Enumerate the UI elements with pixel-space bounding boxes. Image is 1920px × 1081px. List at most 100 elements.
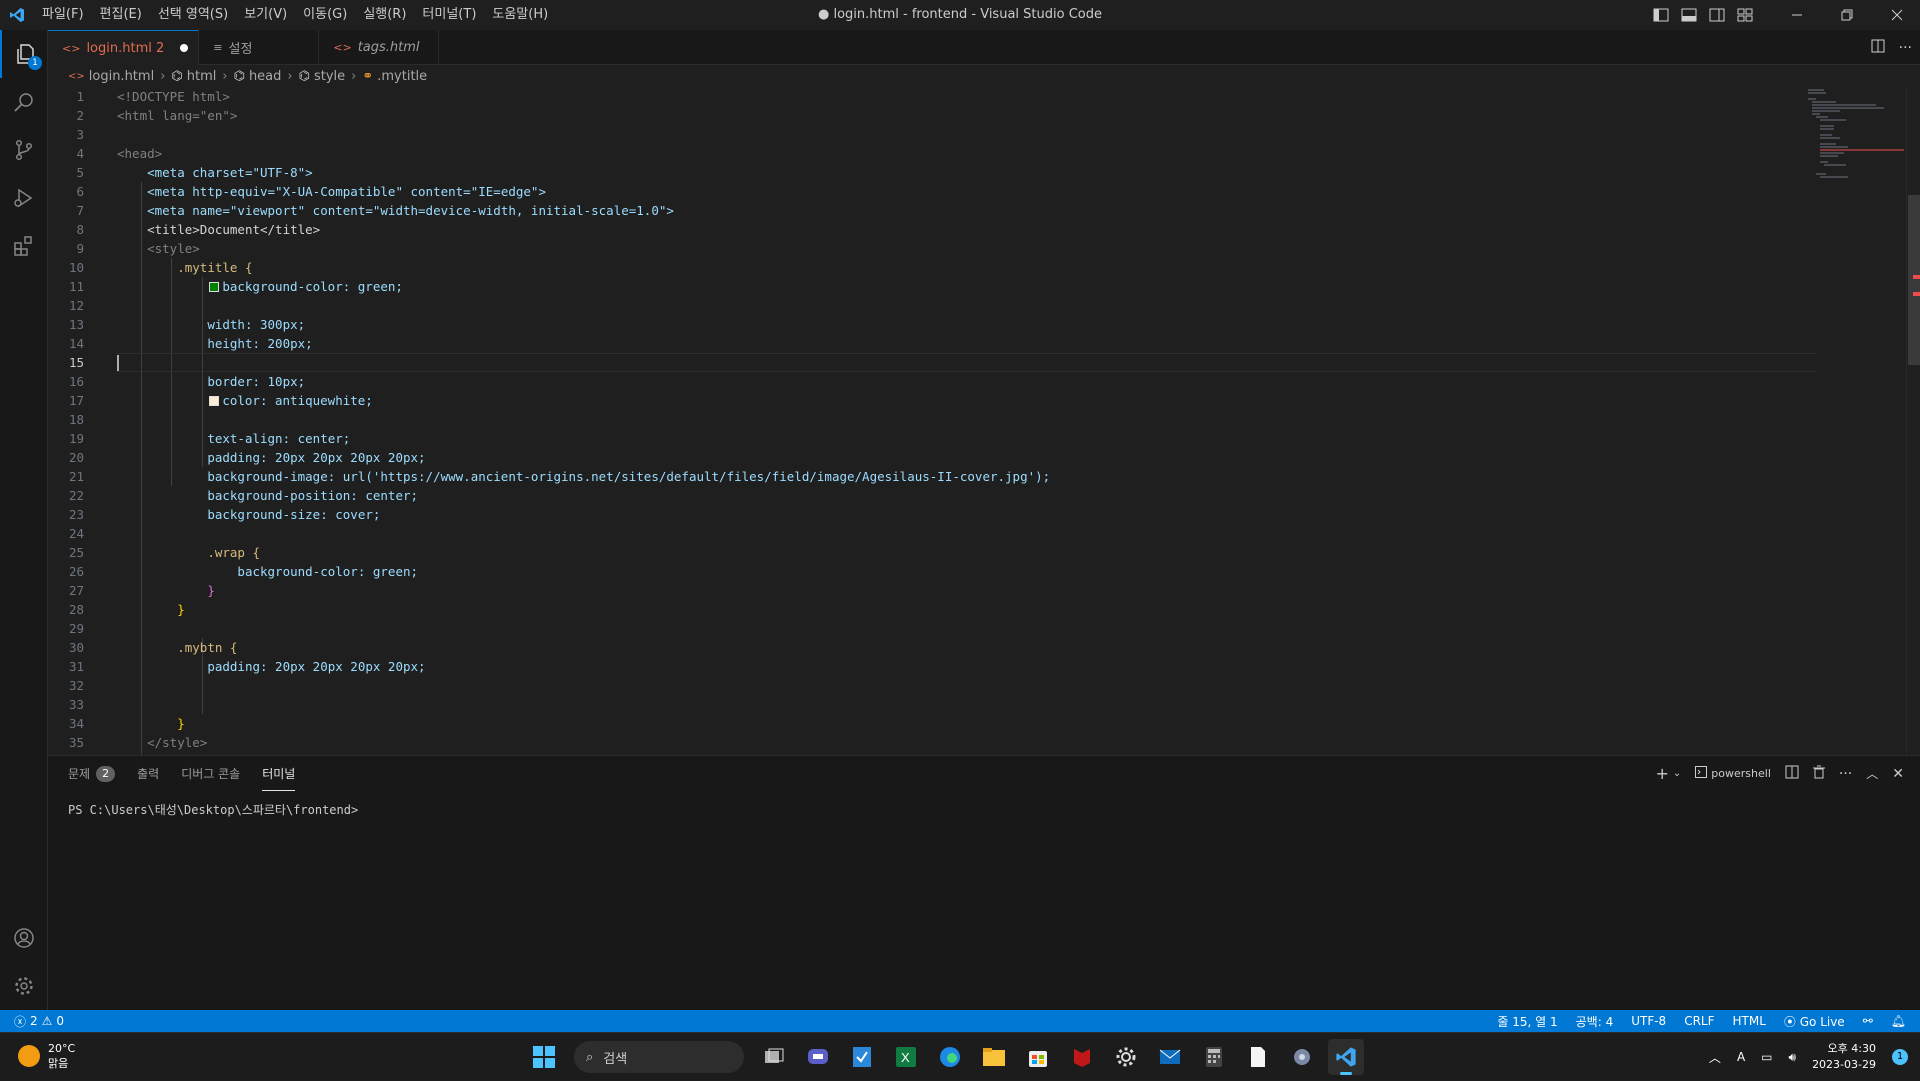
chevron-up-icon[interactable]: ︿	[1709, 1049, 1721, 1066]
error-marker	[1913, 275, 1920, 279]
windows-taskbar: 20°C 맑음 ⌕ 검색 X ︿ A ▭ 🔊︎ 오후 4:30 2023-03-…	[0, 1032, 1920, 1080]
trash-icon[interactable]	[1812, 765, 1825, 782]
breadcrumb: <> login.html › ⌬ html › ⌬ head › ⌬ styl…	[48, 65, 1920, 87]
bell-icon[interactable]: 🔔︎	[1891, 1014, 1906, 1028]
scrollbar-thumb[interactable]	[1908, 195, 1920, 365]
menu-selection[interactable]: 선택 영역(S)	[150, 0, 236, 30]
split-editor-icon[interactable]	[1871, 38, 1885, 57]
end-of-line[interactable]: CRLF	[1684, 1014, 1714, 1028]
notification-badge[interactable]: 1	[1892, 1049, 1908, 1065]
excel-icon[interactable]: X	[888, 1039, 924, 1075]
todo-app-icon[interactable]	[844, 1039, 880, 1075]
minimap[interactable]	[1806, 87, 1906, 187]
more-actions-icon[interactable]: ···	[1899, 40, 1912, 56]
code-editor[interactable]: 1 2 3 4 5 6 7 8 9 10 11 12 13 14 15 16 17 18 19 20 21 22 23 24 2…	[48, 87, 1920, 755]
go-live-button[interactable]: ⦿ Go Live	[1784, 1013, 1845, 1030]
tab-settings[interactable]: ≡ 설정	[199, 30, 320, 65]
menu-file[interactable]: 파일(F)	[34, 0, 92, 30]
unsaved-dot-icon[interactable]	[180, 44, 189, 52]
mcafee-icon[interactable]	[1064, 1039, 1100, 1075]
customize-layout-icon[interactable]	[1734, 4, 1756, 26]
tab-label: tags.html	[357, 40, 420, 55]
terminal-prompt[interactable]: PS C:\Users\태성\Desktop\스파르타\frontend>	[48, 791, 1920, 828]
line-number: 23	[68, 507, 84, 522]
menu-go[interactable]: 이동(G)	[295, 0, 355, 30]
tab-terminal[interactable]: 터미널	[262, 756, 296, 791]
tab-tags-html[interactable]: <> tags.html	[319, 30, 440, 65]
line-number: 21	[68, 469, 84, 484]
split-terminal-icon[interactable]	[1785, 765, 1799, 782]
file-explorer-icon[interactable]	[976, 1039, 1012, 1075]
edge-browser-icon[interactable]	[932, 1039, 968, 1075]
extensions-icon[interactable]	[0, 222, 48, 270]
editor-scrollbar[interactable]	[1906, 87, 1920, 755]
teams-chat-icon[interactable]	[800, 1039, 836, 1075]
tab-login-html[interactable]: <> login.html 2	[48, 30, 200, 65]
menu-run[interactable]: 실행(R)	[355, 0, 414, 30]
code-line: }	[117, 581, 1817, 600]
close-icon[interactable]	[1874, 0, 1920, 30]
breadcrumb-mytitle[interactable]: .mytitle	[377, 69, 427, 84]
taskbar-search[interactable]: ⌕ 검색	[574, 1041, 744, 1073]
warning-count: 0	[56, 1014, 65, 1028]
control-panel-icon[interactable]	[1284, 1039, 1320, 1075]
breadcrumb-html[interactable]: html	[187, 69, 217, 84]
explorer-icon[interactable]: 1	[0, 30, 48, 78]
cursor-position[interactable]: 줄 15, 열 1	[1497, 1013, 1557, 1030]
menu-terminal[interactable]: 터미널(T)	[414, 0, 484, 30]
code-area[interactable]: <!DOCTYPE html> <html lang="en"> <head> …	[117, 87, 1817, 752]
breadcrumb-style[interactable]: style	[314, 69, 345, 84]
calculator-icon[interactable]	[1196, 1039, 1232, 1075]
code-line: <meta charset="UTF-8">	[117, 163, 1817, 182]
maximize-panel-icon[interactable]: ︿	[1866, 765, 1878, 782]
shell-label[interactable]: powershell	[1711, 767, 1771, 780]
new-terminal-icon[interactable]: +	[1656, 764, 1669, 783]
account-icon[interactable]	[0, 914, 48, 962]
volume-icon[interactable]: 🔊︎	[1789, 1050, 1797, 1065]
minimize-icon[interactable]	[1774, 0, 1820, 30]
menu-bar: 파일(F) 편집(E) 선택 영역(S) 보기(V) 이동(G) 실행(R) 터…	[34, 0, 556, 30]
clock[interactable]: 오후 4:30 2023-03-29	[1812, 1041, 1876, 1073]
run-debug-icon[interactable]	[0, 174, 48, 222]
chevron-down-icon[interactable]: ⌄	[1673, 768, 1681, 779]
html-file-icon: <>	[62, 41, 81, 55]
encoding[interactable]: UTF-8	[1631, 1014, 1666, 1028]
toggle-secondary-sidebar-icon[interactable]	[1706, 4, 1728, 26]
more-actions-icon[interactable]: ···	[1839, 766, 1852, 782]
restore-icon[interactable]	[1824, 0, 1870, 30]
breadcrumb-file[interactable]: login.html	[89, 69, 154, 84]
toggle-sidebar-icon[interactable]	[1650, 4, 1672, 26]
weather-condition: 맑음	[48, 1057, 69, 1070]
source-control-icon[interactable]	[0, 126, 48, 174]
menu-help[interactable]: 도움말(H)	[484, 0, 556, 30]
settings-icon[interactable]	[1108, 1039, 1144, 1075]
notepad-icon[interactable]	[1240, 1039, 1276, 1075]
tab-debug-console[interactable]: 디버그 콘솔	[181, 756, 240, 791]
task-view-icon[interactable]	[756, 1039, 792, 1075]
store-icon[interactable]	[1020, 1039, 1056, 1075]
breadcrumb-head[interactable]: head	[249, 69, 281, 84]
color-swatch-antiquewhite[interactable]	[209, 396, 220, 406]
windows-start-icon[interactable]	[526, 1039, 562, 1075]
accounts-status-icon[interactable]: ⚯	[1863, 1014, 1873, 1028]
search-icon[interactable]	[0, 78, 48, 126]
color-swatch-green[interactable]	[209, 282, 220, 292]
menu-edit[interactable]: 편집(E)	[92, 0, 150, 30]
language-mode[interactable]: HTML	[1733, 1014, 1766, 1028]
mail-icon[interactable]	[1152, 1039, 1188, 1075]
close-panel-icon[interactable]: ✕	[1892, 766, 1904, 782]
tab-problems[interactable]: 문제 2	[68, 756, 116, 791]
weather-widget[interactable]: 20°C 맑음	[18, 1041, 75, 1071]
menu-view[interactable]: 보기(V)	[236, 0, 295, 30]
network-icon[interactable]: ▭	[1761, 1050, 1772, 1064]
indentation[interactable]: 공백: 4	[1576, 1013, 1614, 1030]
input-method-icon[interactable]: A	[1737, 1050, 1745, 1064]
tab-output[interactable]: 출력	[137, 756, 159, 791]
settings-gear-icon[interactable]	[0, 962, 48, 1010]
problems-status[interactable]: ⓧ 2 ⚠ 0	[0, 1013, 64, 1030]
code-line: .mytitle {	[117, 258, 1817, 277]
toggle-panel-icon[interactable]	[1678, 4, 1700, 26]
line-number: 22	[68, 488, 84, 503]
vscode-taskbar-icon[interactable]	[1328, 1039, 1364, 1075]
